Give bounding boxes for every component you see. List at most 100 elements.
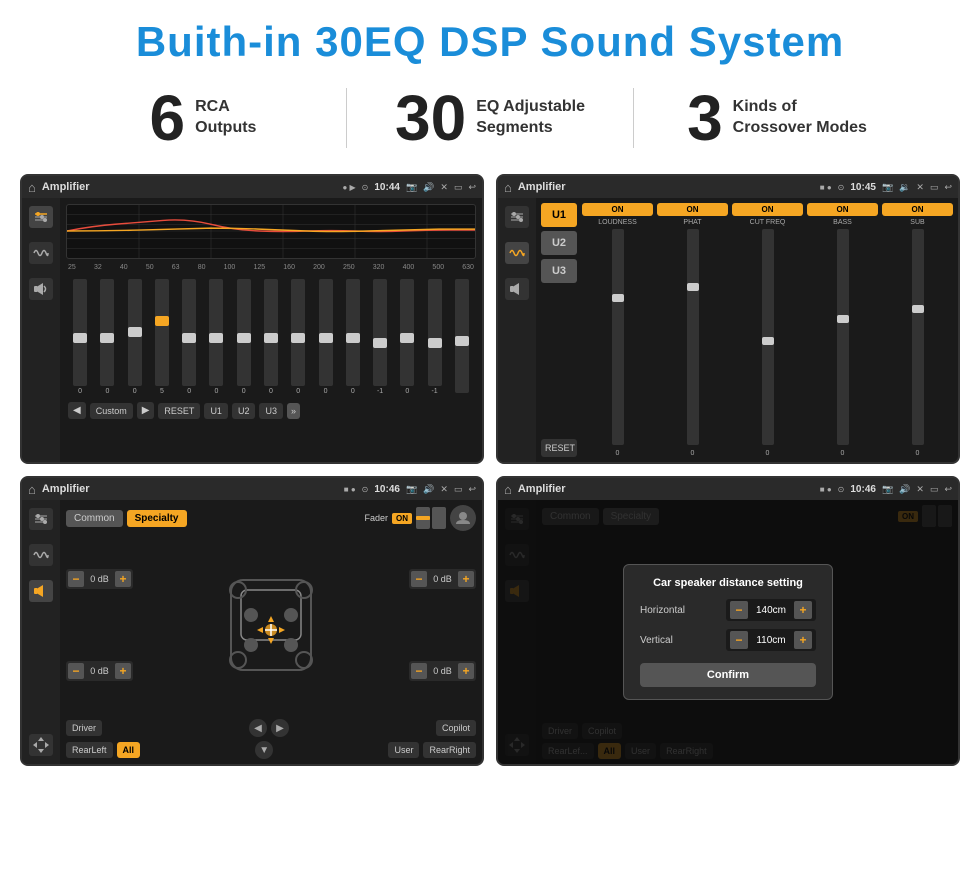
rearleft-button[interactable]: RearLeft (66, 742, 113, 758)
eq-slider-thumb-4[interactable] (182, 333, 196, 343)
cutfreq-on-button[interactable]: ON (732, 203, 803, 216)
left-db1-plus-button[interactable]: + (115, 571, 131, 587)
eq-slider-thumb-14[interactable] (455, 336, 469, 346)
eq-slider-thumb-3[interactable] (155, 316, 169, 326)
eq-more-button[interactable]: » (287, 403, 300, 419)
eq-slider-thumb-5[interactable] (209, 333, 223, 343)
sub-slider[interactable] (882, 229, 953, 445)
eq-u1-button[interactable]: U1 (204, 403, 228, 419)
eq-slider-track-0[interactable] (73, 279, 87, 386)
eq-slider-thumb-2[interactable] (128, 327, 142, 337)
eq-custom-button[interactable]: Custom (90, 403, 133, 419)
eq-slider-track-12[interactable] (400, 279, 414, 386)
vertical-minus-button[interactable]: − (730, 631, 748, 649)
right-arrow-button[interactable]: ▶ (271, 719, 289, 737)
copilot-button[interactable]: Copilot (436, 720, 476, 736)
right-db1-minus-button[interactable]: − (411, 571, 427, 587)
confirm-button[interactable]: Confirm (640, 663, 816, 687)
cutfreq-slider[interactable] (732, 229, 803, 445)
crossover-u3-button[interactable]: U3 (541, 259, 577, 283)
eq-back-icon[interactable]: ↩ (468, 182, 476, 193)
crossover-reset-button[interactable]: RESET (541, 439, 577, 457)
eq-slider-track-3[interactable] (155, 279, 169, 386)
eq-slider-thumb-9[interactable] (319, 333, 333, 343)
eq-u2-button[interactable]: U2 (232, 403, 256, 419)
eq-slider-track-10[interactable] (346, 279, 360, 386)
specialty-tab-button[interactable]: Specialty (127, 510, 187, 527)
specialty-sidebar-arrows-icon[interactable] (29, 734, 53, 756)
user-button[interactable]: User (388, 742, 419, 758)
eq-slider-thumb-11[interactable] (373, 338, 387, 348)
eq-slider-thumb-7[interactable] (264, 333, 278, 343)
eq-next-button[interactable]: ▶ (137, 402, 155, 419)
horizontal-minus-button[interactable]: − (730, 601, 748, 619)
freq-500: 500 (432, 264, 444, 271)
eq-slider-track-9[interactable] (319, 279, 333, 386)
eq-slider-thumb-0[interactable] (73, 333, 87, 343)
eq-reset-button[interactable]: RESET (158, 403, 200, 419)
eq-slider-thumb-13[interactable] (428, 338, 442, 348)
eq-prev-button[interactable]: ◀ (68, 402, 86, 419)
eq-slider-track-8[interactable] (291, 279, 305, 386)
eq-sidebar-wave-icon[interactable] (29, 242, 53, 264)
crossover-home-icon[interactable]: ⌂ (504, 180, 512, 195)
crossover-back-icon[interactable]: ↩ (944, 182, 952, 193)
eq-slider-thumb-6[interactable] (237, 333, 251, 343)
eq-slider-track-13[interactable] (428, 279, 442, 386)
eq-slider-track-5[interactable] (209, 279, 223, 386)
eq-slider-thumb-1[interactable] (100, 333, 114, 343)
eq-slider-track-1[interactable] (100, 279, 114, 386)
eq-slider-track-6[interactable] (237, 279, 251, 386)
loudness-slider[interactable] (582, 229, 653, 445)
fader-slider-2[interactable] (432, 507, 446, 529)
crossover-sidebar-crossover-icon[interactable] (505, 242, 529, 264)
right-db1-plus-button[interactable]: + (458, 571, 474, 587)
right-db2-minus-button[interactable]: − (411, 663, 427, 679)
eq-slider-track-7[interactable] (264, 279, 278, 386)
driver-button[interactable]: Driver (66, 720, 102, 736)
bass-on-button[interactable]: ON (807, 203, 878, 216)
specialty-sidebar-wave-icon[interactable] (29, 544, 53, 566)
crossover-u2-button[interactable]: U2 (541, 231, 577, 255)
eq-sidebar-speaker-icon[interactable] (29, 278, 53, 300)
eq-slider-track-2[interactable] (128, 279, 142, 386)
left-db1-minus-button[interactable]: − (68, 571, 84, 587)
eq-slider-track-14[interactable] (455, 279, 469, 393)
eq-u3-button[interactable]: U3 (259, 403, 283, 419)
crossover-u1-button[interactable]: U1 (541, 203, 577, 227)
left-db2-minus-button[interactable]: − (68, 663, 84, 679)
left-arrow-button[interactable]: ◀ (249, 719, 267, 737)
left-db2-plus-button[interactable]: + (115, 663, 131, 679)
right-db2-plus-button[interactable]: + (458, 663, 474, 679)
horizontal-plus-button[interactable]: + (794, 601, 812, 619)
home-icon[interactable]: ⌂ (28, 180, 36, 195)
common-tab-button[interactable]: Common (66, 510, 123, 527)
eq-slider-thumb-10[interactable] (346, 333, 360, 343)
fader-slider-1[interactable] (416, 507, 430, 529)
phat-slider[interactable] (657, 229, 728, 445)
eq-slider-thumb-8[interactable] (291, 333, 305, 343)
loudness-on-button[interactable]: ON (582, 203, 653, 216)
sub-on-button[interactable]: ON (882, 203, 953, 216)
all-button[interactable]: All (117, 742, 141, 758)
rearright-button[interactable]: RearRight (423, 742, 476, 758)
eq-slider-track-11[interactable] (373, 279, 387, 386)
down-arrow-button[interactable]: ▼ (255, 741, 273, 759)
specialty-home-icon[interactable]: ⌂ (28, 482, 36, 497)
fader-on-button[interactable]: ON (392, 513, 412, 524)
eq-slider-col-1: 0 (95, 279, 119, 395)
specialty-sidebar-eq-icon[interactable] (29, 508, 53, 530)
crossover-sidebar-eq-icon[interactable] (505, 206, 529, 228)
specialty-sidebar-speaker-icon[interactable] (29, 580, 53, 602)
phat-on-button[interactable]: ON (657, 203, 728, 216)
eq-slider-thumb-12[interactable] (400, 333, 414, 343)
crossover-status-bar: ⌂ Amplifier ■ ● ⊙ 10:45 📷 🔉 ✕ ▭ ↩ (498, 176, 958, 198)
bass-slider[interactable] (807, 229, 878, 445)
crossover-sidebar-speaker-icon[interactable] (505, 278, 529, 300)
eq-sidebar-eq-icon[interactable] (29, 206, 53, 228)
dialog-back-icon[interactable]: ↩ (944, 484, 952, 495)
vertical-plus-button[interactable]: + (794, 631, 812, 649)
specialty-back-icon[interactable]: ↩ (468, 484, 476, 495)
dialog-home-icon[interactable]: ⌂ (504, 482, 512, 497)
eq-slider-track-4[interactable] (182, 279, 196, 386)
